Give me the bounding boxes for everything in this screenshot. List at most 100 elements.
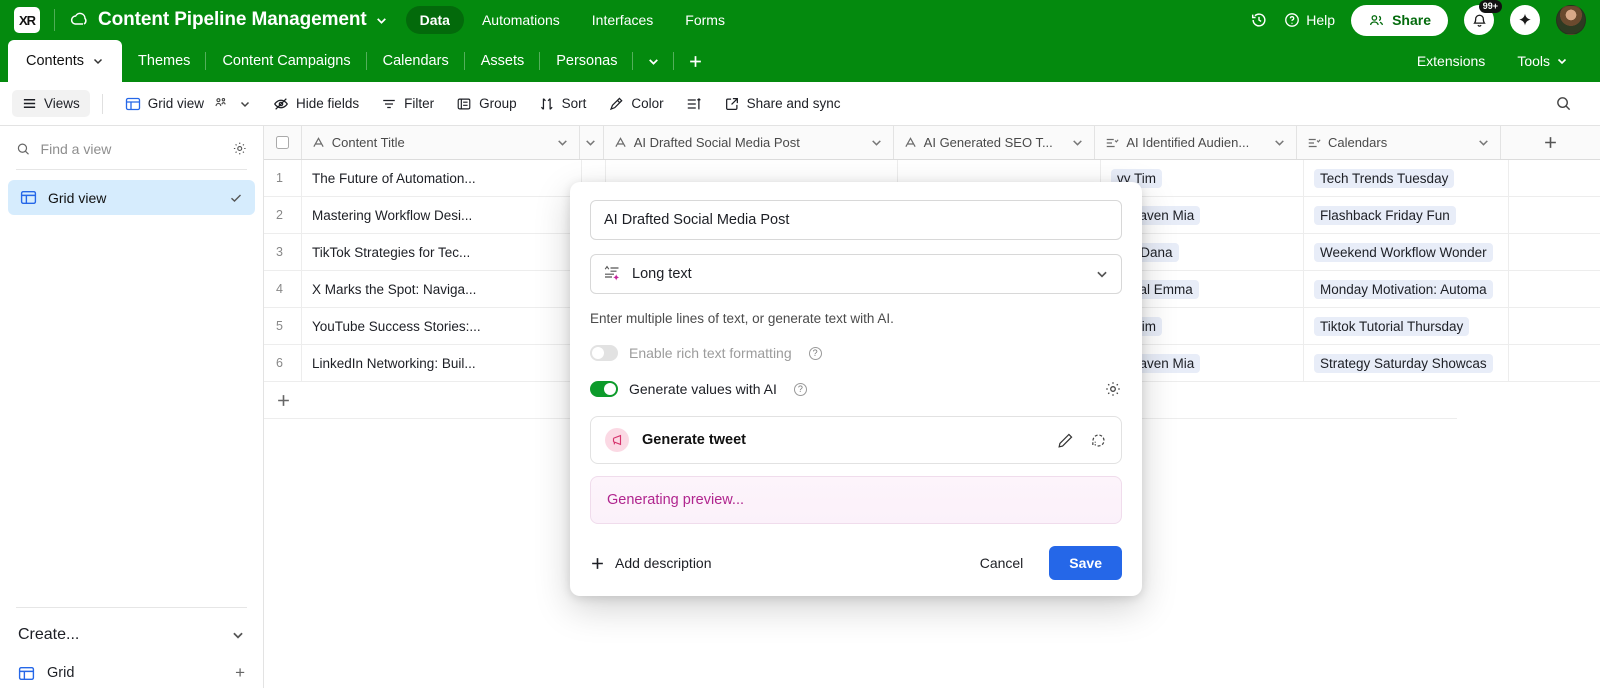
chevron-down-icon[interactable] — [1071, 136, 1084, 149]
chevron-down-icon — [94, 58, 103, 65]
generate-values-ai-toggle[interactable] — [590, 381, 618, 397]
cloud-icon — [69, 10, 89, 30]
save-button[interactable]: Save — [1049, 546, 1122, 580]
column-header-ai-drafted-social-media-post[interactable]: AI Drafted Social Media Post — [604, 126, 894, 159]
tab-themes[interactable]: Themes — [122, 40, 207, 82]
ai-sparkle-button[interactable] — [1510, 5, 1540, 35]
cell-calendar: Monday Motivation: Automa — [1304, 271, 1509, 307]
cell-calendar: Weekend Workflow Wonder — [1304, 234, 1509, 270]
app-logo[interactable]: XR — [14, 7, 40, 33]
table-tabs-bar: Contents Themes Content Campaigns Calend… — [0, 40, 1600, 82]
grid-view-button[interactable]: Grid view — [115, 90, 261, 118]
search-icon — [1557, 97, 1571, 111]
top-bar-right: Help Share 99+ — [1250, 0, 1586, 36]
tab-personas[interactable]: Personas — [540, 40, 634, 82]
column-header-ai-generated-seo[interactable]: AI Generated SEO T... — [894, 126, 1096, 159]
tab-contents[interactable]: Contents — [8, 40, 123, 82]
create-item-grid[interactable]: Grid + — [0, 654, 263, 688]
find-view-input[interactable] — [40, 140, 222, 157]
hide-eye-icon — [274, 97, 289, 110]
tab-calendars[interactable]: Calendars — [367, 40, 465, 82]
select-all-checkbox[interactable] — [264, 126, 302, 159]
filter-icon — [383, 99, 395, 108]
add-field-button[interactable] — [1501, 126, 1600, 159]
row-number: 5 — [264, 308, 302, 344]
text-icon — [615, 137, 626, 147]
checkbox-icon — [275, 136, 289, 149]
chevron-down-icon — [241, 101, 250, 107]
chevron-down-icon — [376, 17, 386, 24]
top-nav-data[interactable]: Data — [405, 6, 464, 34]
sidebar-item-label: Grid view — [48, 189, 107, 206]
views-label: Views — [44, 96, 80, 111]
filter-button[interactable]: Filter — [371, 90, 444, 118]
grid-icon — [20, 190, 37, 205]
calendar-chip: Strategy Saturday Showcas — [1314, 353, 1493, 373]
share-button[interactable]: Share — [1351, 4, 1448, 36]
calendar-chip: Tech Trends Tuesday — [1314, 168, 1455, 188]
notifications-button[interactable]: 99+ — [1464, 0, 1502, 35]
create-section-header[interactable]: Create... — [0, 608, 263, 654]
user-avatar[interactable] — [1556, 5, 1586, 35]
divider — [54, 9, 55, 31]
history-icon[interactable] — [1250, 11, 1268, 29]
add-description-button[interactable]: Add description — [590, 555, 712, 571]
tools-button[interactable]: Tools — [1501, 40, 1584, 82]
tabs-overflow-button[interactable] — [633, 40, 675, 82]
chevron-down-icon[interactable] — [1273, 136, 1286, 149]
share-external-icon — [725, 97, 738, 110]
divider — [16, 169, 247, 170]
bell-icon — [1472, 14, 1486, 27]
row-height-button[interactable] — [676, 90, 712, 118]
cell-calendar: Flashback Friday Fun — [1304, 197, 1509, 233]
help-icon[interactable]: ? — [793, 382, 807, 396]
color-button[interactable]: Color — [598, 90, 673, 118]
chevron-down-icon[interactable] — [870, 136, 883, 149]
column-header-expand[interactable] — [580, 126, 604, 159]
ai-preview-text: Generating preview... — [607, 492, 745, 508]
ai-settings-gear-icon[interactable] — [1104, 380, 1122, 398]
chevron-down-icon[interactable] — [556, 136, 569, 149]
rich-text-toggle[interactable] — [590, 345, 618, 361]
search-button[interactable] — [1545, 89, 1582, 118]
refresh-icon[interactable] — [1090, 432, 1107, 449]
field-type-select[interactable]: Long text — [590, 254, 1122, 294]
top-nav-automations[interactable]: Automations — [468, 6, 574, 34]
tab-assets[interactable]: Assets — [465, 40, 541, 82]
base-title[interactable]: Content Pipeline Management — [98, 9, 388, 31]
tab-list: Themes Content Campaigns Calendars Asset… — [122, 40, 717, 82]
views-button[interactable]: Views — [12, 90, 90, 117]
plus-icon — [278, 394, 289, 406]
column-header-ai-identified-audience[interactable]: AI Identified Audien... — [1095, 126, 1297, 159]
column-header-content-title[interactable]: Content Title — [302, 126, 580, 159]
top-nav-interfaces[interactable]: Interfaces — [578, 6, 667, 34]
add-table-button[interactable] — [674, 40, 717, 82]
ai-prompt-title: Generate tweet — [642, 432, 746, 448]
tab-content-campaigns[interactable]: Content Campaigns — [206, 40, 367, 82]
top-nav-forms[interactable]: Forms — [671, 6, 739, 34]
group-label: Group — [479, 96, 517, 111]
sidebar-item-grid-view[interactable]: Grid view — [8, 180, 255, 215]
cancel-button[interactable]: Cancel — [968, 547, 1036, 579]
chevron-down-icon — [231, 628, 245, 642]
sort-icon — [540, 97, 553, 110]
sparkle-icon — [1519, 13, 1531, 26]
top-bar: XR Content Pipeline Management Data Auto… — [0, 0, 1600, 40]
field-name-input[interactable] — [590, 200, 1122, 240]
cell-content-title: YouTube Success Stories:... — [312, 318, 481, 334]
help-icon[interactable]: ? — [808, 346, 822, 360]
ai-prompt-actions — [1057, 432, 1107, 449]
help-button[interactable]: Help — [1284, 12, 1335, 28]
extensions-button[interactable]: Extensions — [1401, 40, 1501, 82]
column-header-calendars[interactable]: Calendars — [1297, 126, 1501, 159]
plus-icon[interactable]: + — [235, 663, 245, 683]
chevron-down-icon[interactable] — [1477, 136, 1490, 149]
edit-pencil-icon[interactable] — [1057, 432, 1074, 449]
share-and-sync-button[interactable]: Share and sync — [714, 90, 851, 118]
sort-button[interactable]: Sort — [529, 90, 597, 118]
ai-prompt-card[interactable]: Generate tweet — [590, 416, 1122, 464]
group-button[interactable]: Group — [446, 90, 527, 118]
hide-fields-button[interactable]: Hide fields — [263, 90, 369, 118]
generate-ai-toggle-row: Generate values with AI ? — [590, 380, 1122, 398]
row-height-icon — [687, 97, 701, 109]
